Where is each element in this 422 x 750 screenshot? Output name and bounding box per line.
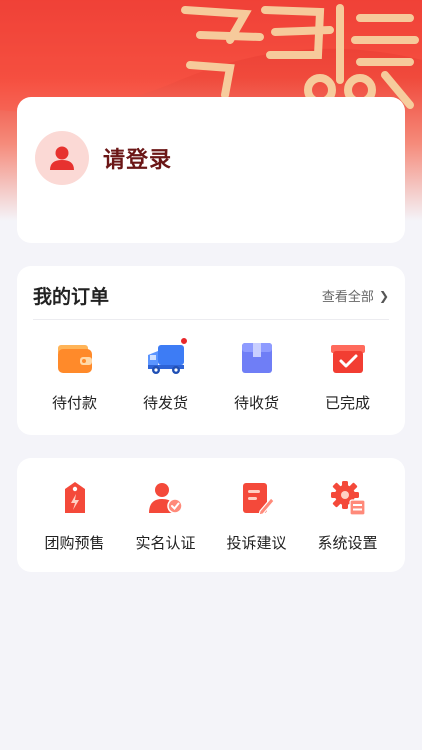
wallet-icon (57, 345, 92, 373)
chevron-right-icon: ❯ (378, 288, 389, 303)
order-status-label: 待发货 (142, 394, 188, 412)
service-real-name-verification[interactable]: 实名认证 (120, 478, 211, 553)
services-row: 团购预售 实名认证 投诉建议 系统设置 (17, 478, 405, 553)
service-system-settings[interactable]: 系统设置 (302, 478, 393, 553)
service-label: 实名认证 (135, 534, 196, 552)
service-label: 系统设置 (317, 534, 378, 552)
view-all-label: 查看全部 (321, 290, 374, 305)
login-card[interactable]: 请登录 (17, 97, 405, 243)
package-box-icon (241, 343, 272, 373)
order-status-label: 待收货 (233, 394, 279, 412)
service-label: 投诉建议 (226, 534, 287, 552)
settings-gear-icon (330, 481, 366, 516)
feedback-edit-icon (242, 483, 274, 515)
notification-badge (179, 337, 188, 345)
service-group-presale[interactable]: 团购预售 (29, 478, 120, 553)
order-status-label: 已完成 (324, 394, 370, 412)
completed-box-icon (330, 345, 365, 373)
delivery-truck-icon (147, 345, 184, 374)
view-all-orders-link[interactable]: 查看全部 ❯ (321, 286, 389, 306)
user-avatar-icon (50, 146, 74, 170)
services-card: 团购预售 实名认证 投诉建议 系统设置 (17, 458, 405, 572)
orders-title: 我的订单 (33, 286, 110, 308)
divider (33, 319, 389, 320)
service-label: 团购预售 (44, 534, 105, 552)
service-complaints-feedback[interactable]: 投诉建议 (211, 478, 302, 553)
my-orders-card: 我的订单 查看全部 ❯ 待付款 待发货 待收货 已完成 (17, 266, 405, 435)
login-prompt[interactable]: 请登录 (103, 142, 172, 174)
avatar[interactable] (35, 131, 89, 185)
order-pending-shipment[interactable]: 待发货 (120, 337, 211, 413)
order-status-row: 待付款 待发货 待收货 已完成 (17, 337, 405, 413)
price-tag-icon (64, 482, 85, 513)
order-status-label: 待付款 (51, 394, 97, 412)
verified-user-icon (148, 483, 183, 514)
order-pending-payment[interactable]: 待付款 (29, 338, 120, 413)
order-completed[interactable]: 已完成 (302, 338, 393, 413)
order-pending-receipt[interactable]: 待收货 (211, 338, 302, 413)
